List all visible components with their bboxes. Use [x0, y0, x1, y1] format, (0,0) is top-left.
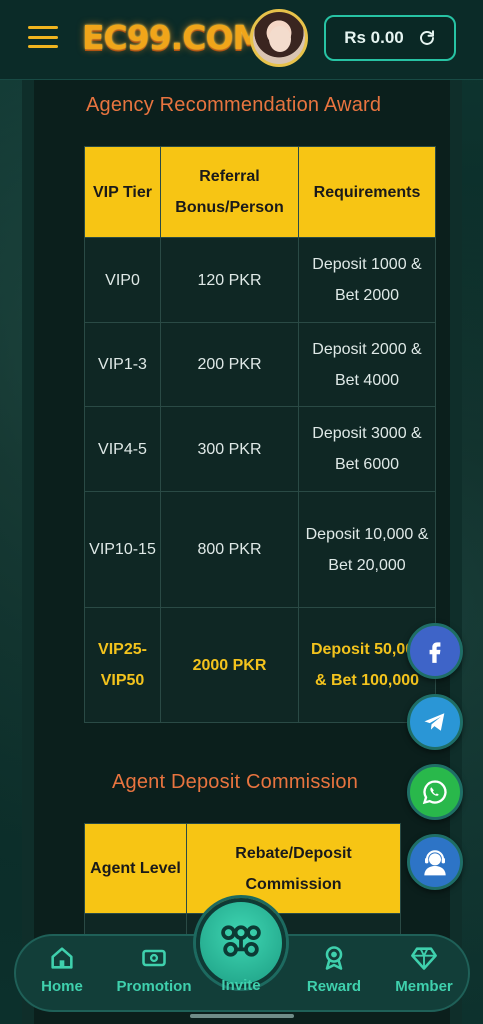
- bonus-cell: 800 PKR: [160, 491, 299, 608]
- invite-button[interactable]: [196, 898, 286, 988]
- whatsapp-button[interactable]: [407, 764, 463, 820]
- menu-icon[interactable]: [28, 26, 58, 48]
- user-avatar[interactable]: [250, 9, 308, 67]
- balance-value: Rs 0.00: [344, 28, 404, 47]
- column-header-rebate-commission: Rebate/Deposit Commission: [186, 823, 401, 914]
- nav-reward[interactable]: Reward: [294, 944, 374, 995]
- award-section-title: Agency Recommendation Award: [86, 94, 382, 116]
- whatsapp-icon: [422, 780, 447, 805]
- requirements-cell: Deposit 3000 & Bet 6000: [298, 406, 436, 492]
- vip-tier-cell: VIP25-VIP50: [84, 607, 161, 723]
- customer-service-icon: [424, 850, 446, 876]
- nav-member-label: Member: [395, 978, 453, 995]
- diamond-icon: [411, 947, 437, 970]
- balance-display[interactable]: Rs 0.00: [324, 15, 456, 61]
- commission-section-title: Agent Deposit Commission: [112, 771, 359, 793]
- nav-promotion[interactable]: Promotion: [112, 944, 196, 995]
- bonus-cell: 2000 PKR: [160, 607, 299, 723]
- refresh-icon[interactable]: [418, 29, 436, 47]
- top-bar: EC99.COM Rs 0.00: [0, 0, 483, 80]
- nav-home[interactable]: Home: [22, 944, 102, 995]
- column-header-referral-bonus: Referral Bonus/Person: [160, 146, 299, 238]
- table-row: VIP10-15 800 PKR Deposit 10,000 & Bet 20…: [84, 491, 436, 608]
- site-logo[interactable]: EC99.COM: [82, 18, 265, 57]
- requirements-cell: Deposit 10,000 & Bet 20,000: [298, 491, 436, 608]
- customer-service-button[interactable]: [407, 834, 463, 890]
- medal-icon: [325, 946, 343, 970]
- requirements-cell: Deposit 2000 & Bet 4000: [298, 322, 436, 407]
- vip-tier-cell: VIP0: [84, 237, 161, 323]
- facebook-button[interactable]: [407, 623, 463, 679]
- column-header-vip-tier: VIP Tier: [84, 146, 161, 238]
- telegram-button[interactable]: [407, 694, 463, 750]
- nav-invite-label: Invite: [221, 977, 261, 994]
- nav-promotion-label: Promotion: [116, 978, 192, 995]
- ticket-icon: [142, 949, 166, 967]
- table-row: VIP1-3 200 PKR Deposit 2000 & Bet 4000: [84, 322, 436, 407]
- home-indicator: [190, 1014, 294, 1018]
- invite-icon: [221, 925, 261, 957]
- table-row: VIP4-5 300 PKR Deposit 3000 & Bet 6000: [84, 406, 436, 492]
- column-header-agent-level: Agent Level: [84, 823, 187, 914]
- table-row: VIP0 120 PKR Deposit 1000 & Bet 2000: [84, 237, 436, 323]
- nav-member[interactable]: Member: [384, 944, 464, 995]
- home-icon: [51, 947, 73, 969]
- requirements-cell: Deposit 1000 & Bet 2000: [298, 237, 436, 323]
- vip-tier-cell: VIP10-15: [84, 491, 161, 608]
- award-table: VIP Tier Referral Bonus/Person Requireme…: [84, 146, 436, 723]
- bonus-cell: 300 PKR: [160, 406, 299, 492]
- facebook-icon: [429, 642, 441, 663]
- vip-tier-cell: VIP4-5: [84, 406, 161, 492]
- table-row-highlighted: VIP25-VIP50 2000 PKR Deposit 50,000 & Be…: [84, 607, 436, 723]
- nav-reward-label: Reward: [306, 978, 362, 995]
- telegram-icon: [424, 713, 445, 731]
- vip-tier-cell: VIP1-3: [84, 322, 161, 407]
- column-header-requirements: Requirements: [298, 146, 436, 238]
- nav-home-label: Home: [41, 978, 83, 995]
- bonus-cell: 200 PKR: [160, 322, 299, 407]
- bonus-cell: 120 PKR: [160, 237, 299, 323]
